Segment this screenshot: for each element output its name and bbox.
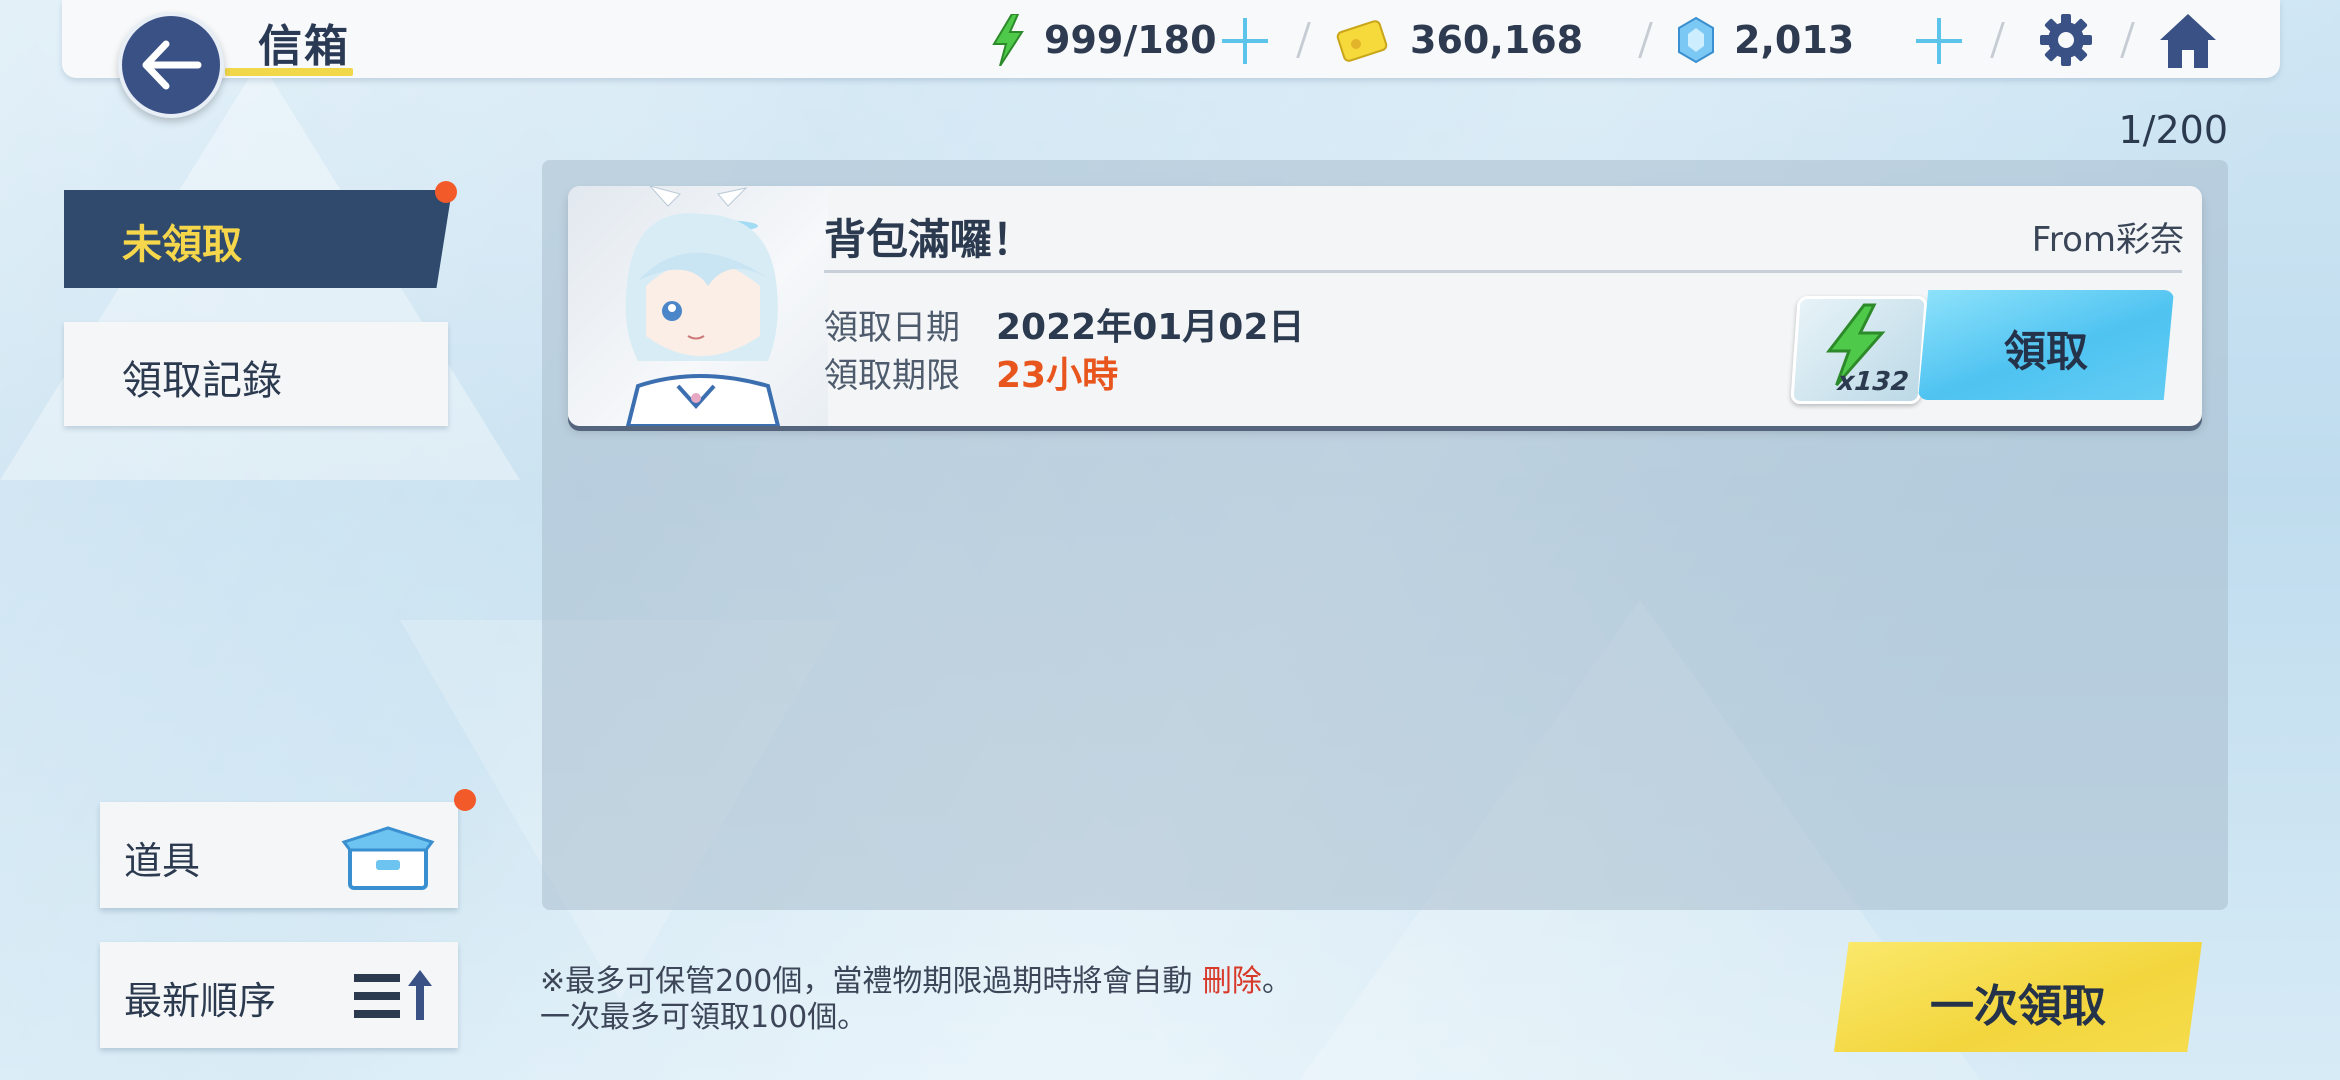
credit-card-icon <box>1336 20 1388 62</box>
stamina-counter: 999/180 <box>990 12 1217 68</box>
items-label: 道具 <box>124 839 201 883</box>
claim-all-label: 一次領取 <box>1930 981 2106 1032</box>
delete-highlight: 刪除 <box>1201 964 1262 999</box>
mail-item: 背包滿囉！ From彩奈 領取日期 2022年01月02日 領取期限 23小時 … <box>568 186 2202 426</box>
mail-sender: From彩奈 <box>2031 220 2184 260</box>
lightning-icon <box>992 14 1024 66</box>
add-gems-button[interactable] <box>1914 16 1964 66</box>
arrow-left-icon <box>142 40 202 90</box>
items-button[interactable]: 道具 <box>100 802 458 908</box>
claim-button[interactable]: 領取 <box>1918 290 2174 400</box>
notification-dot <box>435 181 457 203</box>
reward-item[interactable]: x132 <box>1790 296 1928 404</box>
tab-claim-history[interactable]: 領取記錄 <box>64 322 448 426</box>
gift-box-icon <box>341 826 435 890</box>
home-button[interactable] <box>2156 10 2220 70</box>
notification-dot <box>454 789 476 811</box>
sort-ascending-icon <box>354 970 432 1020</box>
claim-limit-note: 一次最多可領取100個。 <box>540 1000 868 1035</box>
mail-count: 1/200 <box>2118 108 2228 152</box>
credits-counter: 360,168 <box>1336 12 1583 68</box>
claim-date-label: 領取日期 <box>824 308 960 348</box>
page-title: 信箱 <box>258 21 350 72</box>
gear-icon <box>2040 14 2092 66</box>
tab-claim-history-label: 領取記錄 <box>122 358 282 404</box>
tab-unclaimed-label: 未領取 <box>122 222 242 268</box>
mail-title: 背包滿囉！ <box>824 215 1035 264</box>
claim-limit-label: 領取期限 <box>824 356 960 396</box>
add-stamina-button[interactable] <box>1220 16 1270 66</box>
sender-portrait <box>625 186 781 426</box>
claim-limit-value: 23小時 <box>996 355 1119 396</box>
divider <box>824 270 2182 273</box>
claim-button-label: 領取 <box>2003 327 2088 376</box>
claim-all-button[interactable]: 一次領取 <box>1834 942 2202 1052</box>
storage-note-end: 。 <box>1261 964 1292 999</box>
settings-button[interactable] <box>2036 10 2096 70</box>
sender-avatar <box>568 186 828 426</box>
home-icon <box>2160 14 2216 68</box>
gems-counter: 2,013 <box>1676 12 1854 68</box>
sort-button[interactable]: 最新順序 <box>100 942 458 1048</box>
gem-icon <box>1678 16 1714 64</box>
claim-date-value: 2022年01月02日 <box>996 307 1305 348</box>
sort-label: 最新順序 <box>124 979 277 1023</box>
credits-value: 360,168 <box>1410 18 1584 62</box>
tab-unclaimed[interactable]: 未領取 <box>64 190 452 288</box>
back-button[interactable] <box>118 12 224 118</box>
reward-quantity: x132 <box>1836 367 1910 397</box>
stamina-value: 999/180 <box>1044 18 1217 62</box>
gems-value: 2,013 <box>1734 18 1855 62</box>
